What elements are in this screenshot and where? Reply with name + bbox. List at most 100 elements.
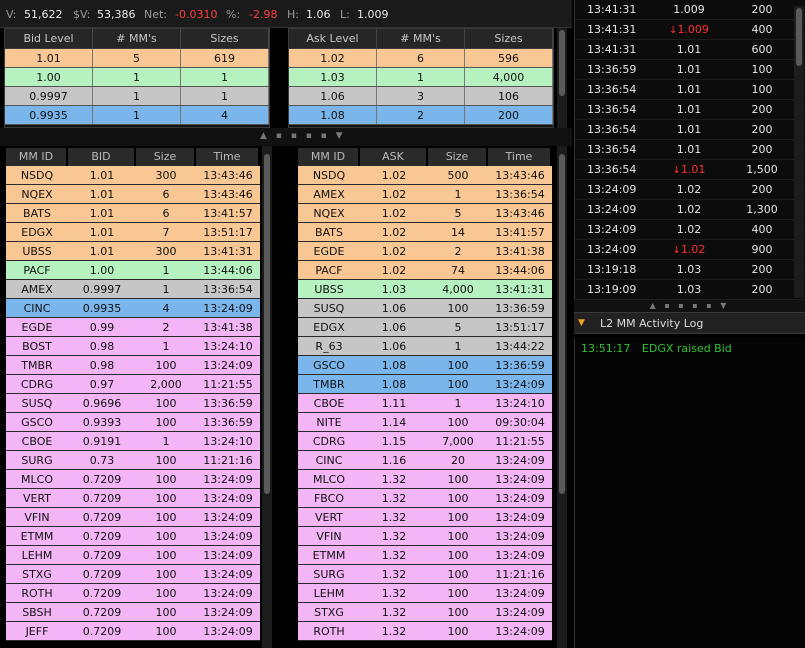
market-maker-row[interactable]: SBSH 0.7209 100 13:24:09	[6, 603, 260, 622]
column-header[interactable]: MM ID	[6, 148, 68, 166]
market-maker-row[interactable]: JEFF 0.7209 100 13:24:09	[6, 622, 260, 641]
market-maker-row[interactable]: VERT 0.7209 100 13:24:09	[6, 489, 260, 508]
market-maker-row[interactable]: EDGX 1.01 7 13:51:17	[6, 223, 260, 242]
price-level-row[interactable]: 1.00 1 1	[5, 68, 269, 87]
market-maker-row[interactable]: PACF 1.00 1 13:44:06	[6, 261, 260, 280]
market-maker-row[interactable]: ETMM 0.7209 100 13:24:09	[6, 527, 260, 546]
market-maker-row[interactable]: ETMM 1.32 100 13:24:09	[298, 546, 552, 565]
price-level-row[interactable]: 1.03 1 4,000	[289, 68, 553, 87]
price-level-row[interactable]: 1.06 3 106	[289, 87, 553, 106]
column-header[interactable]: Ask Level	[289, 29, 377, 48]
market-maker-row[interactable]: STXG 0.7209 100 13:24:09	[6, 565, 260, 584]
price-level-row[interactable]: 0.9997 1 1	[5, 87, 269, 106]
bid-montage-scrollbar[interactable]	[262, 146, 272, 648]
column-header[interactable]: Time	[196, 148, 260, 166]
trade-row[interactable]: 13:36:54 1.01 100	[575, 80, 805, 100]
market-maker-row[interactable]: UBSS 1.01 300 13:41:31	[6, 242, 260, 261]
market-maker-row[interactable]: UBSS 1.03 4,000 13:41:31	[298, 280, 552, 299]
market-maker-row[interactable]: SURG 1.32 100 11:21:16	[298, 565, 552, 584]
market-maker-row[interactable]: NQEX 1.01 6 13:43:46	[6, 185, 260, 204]
scrollbar-thumb[interactable]	[264, 154, 270, 494]
market-maker-row[interactable]: LEHM 0.7209 100 13:24:09	[6, 546, 260, 565]
market-maker-row[interactable]: NSDQ 1.01 300 13:43:46	[6, 166, 260, 185]
trade-row[interactable]: 13:41:31 1.009 200	[575, 0, 805, 20]
market-maker-row[interactable]: CINC 0.9935 4 13:24:09	[6, 299, 260, 318]
activity-log-header[interactable]: ▼ L2 MM Activity Log	[574, 312, 805, 334]
pane-splitter[interactable]: ▲ ▪ ▪ ▪ ▪ ▼	[0, 128, 572, 146]
market-maker-row[interactable]: VERT 1.32 100 13:24:09	[298, 508, 552, 527]
market-maker-row[interactable]: CBOE 0.9191 1 13:24:10	[6, 432, 260, 451]
market-maker-row[interactable]: EDGX 1.06 5 13:51:17	[298, 318, 552, 337]
column-header[interactable]: Sizes	[465, 29, 553, 48]
ts-splitter[interactable]: ▲ ▪ ▪ ▪ ▪ ▼	[574, 300, 805, 312]
trade-row[interactable]: 13:19:09 1.03 200	[575, 280, 805, 300]
summary-scrollbar[interactable]	[557, 28, 567, 128]
market-maker-row[interactable]: AMEX 1.02 1 13:36:54	[298, 185, 552, 204]
column-header[interactable]: Bid Level	[5, 29, 93, 48]
market-maker-row[interactable]: MLCO 1.32 100 13:24:09	[298, 470, 552, 489]
scrollbar-thumb[interactable]	[559, 30, 565, 96]
market-maker-row[interactable]: NQEX 1.02 5 13:43:46	[298, 204, 552, 223]
market-maker-row[interactable]: STXG 1.32 100 13:24:09	[298, 603, 552, 622]
market-maker-row[interactable]: AMEX 0.9997 1 13:36:54	[6, 280, 260, 299]
market-maker-row[interactable]: GSCO 0.9393 100 13:36:59	[6, 413, 260, 432]
column-header[interactable]: # MM's	[377, 29, 465, 48]
trade-row[interactable]: 13:19:18 1.03 200	[575, 260, 805, 280]
scrollbar-thumb[interactable]	[559, 154, 565, 494]
price-level-row[interactable]: 1.01 5 619	[5, 49, 269, 68]
ask-montage-scrollbar[interactable]	[557, 146, 567, 648]
trade-row[interactable]: 13:36:54 ↓1.01 1,500	[575, 160, 805, 180]
market-maker-row[interactable]: GSCO 1.08 100 13:36:59	[298, 356, 552, 375]
market-maker-row[interactable]: BOST 0.98 1 13:24:10	[6, 337, 260, 356]
column-header[interactable]: Size	[428, 148, 488, 166]
trade-row[interactable]: 13:36:59 1.01 100	[575, 60, 805, 80]
column-header[interactable]: MM ID	[298, 148, 360, 166]
market-maker-row[interactable]: CBOE 1.11 1 13:24:10	[298, 394, 552, 413]
market-maker-row[interactable]: NSDQ 1.02 500 13:43:46	[298, 166, 552, 185]
market-maker-row[interactable]: ROTH 1.32 100 13:24:09	[298, 622, 552, 641]
column-header[interactable]: # MM's	[93, 29, 181, 48]
market-maker-row[interactable]: CDRG 0.97 2,000 11:21:55	[6, 375, 260, 394]
market-maker-row[interactable]: PACF 1.02 74 13:44:06	[298, 261, 552, 280]
scrollbar-thumb[interactable]	[796, 8, 802, 66]
trade-row[interactable]: 13:24:09 ↓1.02 900	[575, 240, 805, 260]
market-maker-row[interactable]: LEHM 1.32 100 13:24:09	[298, 584, 552, 603]
trade-row[interactable]: 13:36:54 1.01 200	[575, 100, 805, 120]
price-level-row[interactable]: 0.9935 1 4	[5, 106, 269, 125]
column-header[interactable]: Time	[488, 148, 552, 166]
market-maker-row[interactable]: R_63 1.06 1 13:44:22	[298, 337, 552, 356]
time-sales-scrollbar[interactable]	[794, 6, 804, 298]
trade-row[interactable]: 13:41:31 ↓1.009 400	[575, 20, 805, 40]
market-maker-row[interactable]: TMBR 0.98 100 13:24:09	[6, 356, 260, 375]
market-maker-row[interactable]: ROTH 0.7209 100 13:24:09	[6, 584, 260, 603]
market-maker-row[interactable]: VFIN 0.7209 100 13:24:09	[6, 508, 260, 527]
collapse-triangle-icon[interactable]: ▼	[578, 318, 585, 328]
market-maker-row[interactable]: NITE 1.14 100 09:30:04	[298, 413, 552, 432]
market-maker-row[interactable]: CDRG 1.15 7,000 11:21:55	[298, 432, 552, 451]
trade-row[interactable]: 13:24:09 1.02 1,300	[575, 200, 805, 220]
market-maker-row[interactable]: SUSQ 1.06 100 13:36:59	[298, 299, 552, 318]
market-maker-row[interactable]: TMBR 1.08 100 13:24:09	[298, 375, 552, 394]
market-maker-row[interactable]: EGDE 1.02 2 13:41:38	[298, 242, 552, 261]
market-maker-row[interactable]: BATS 1.02 14 13:41:57	[298, 223, 552, 242]
column-header[interactable]: ASK	[360, 148, 428, 166]
trade-row[interactable]: 13:36:54 1.01 200	[575, 140, 805, 160]
market-maker-row[interactable]: CINC 1.16 20 13:24:09	[298, 451, 552, 470]
market-maker-row[interactable]: FBCO 1.32 100 13:24:09	[298, 489, 552, 508]
column-header[interactable]: BID	[68, 148, 136, 166]
trade-row[interactable]: 13:24:09 1.02 400	[575, 220, 805, 240]
market-maker-row[interactable]: SUSQ 0.9696 100 13:36:59	[6, 394, 260, 413]
market-maker-row[interactable]: EGDE 0.99 2 13:41:38	[6, 318, 260, 337]
trade-row[interactable]: 13:24:09 1.02 200	[575, 180, 805, 200]
market-maker-row[interactable]: VFIN 1.32 100 13:24:09	[298, 527, 552, 546]
trade-row[interactable]: 13:41:31 1.01 600	[575, 40, 805, 60]
market-maker-row[interactable]: SURG 0.73 100 11:21:16	[6, 451, 260, 470]
trade-row[interactable]: 13:36:54 1.01 200	[575, 120, 805, 140]
column-header[interactable]: Size	[136, 148, 196, 166]
price-level-row[interactable]: 1.08 2 200	[289, 106, 553, 125]
market-maker-row[interactable]: BATS 1.01 6 13:41:57	[6, 204, 260, 223]
market-maker-row[interactable]: MLCO 0.7209 100 13:24:09	[6, 470, 260, 489]
price-level-row[interactable]: 1.02 6 596	[289, 49, 553, 68]
splitter-grip-icon[interactable]: ▲ ▪ ▪ ▪ ▪ ▼	[260, 131, 346, 141]
column-header[interactable]: Sizes	[181, 29, 269, 48]
